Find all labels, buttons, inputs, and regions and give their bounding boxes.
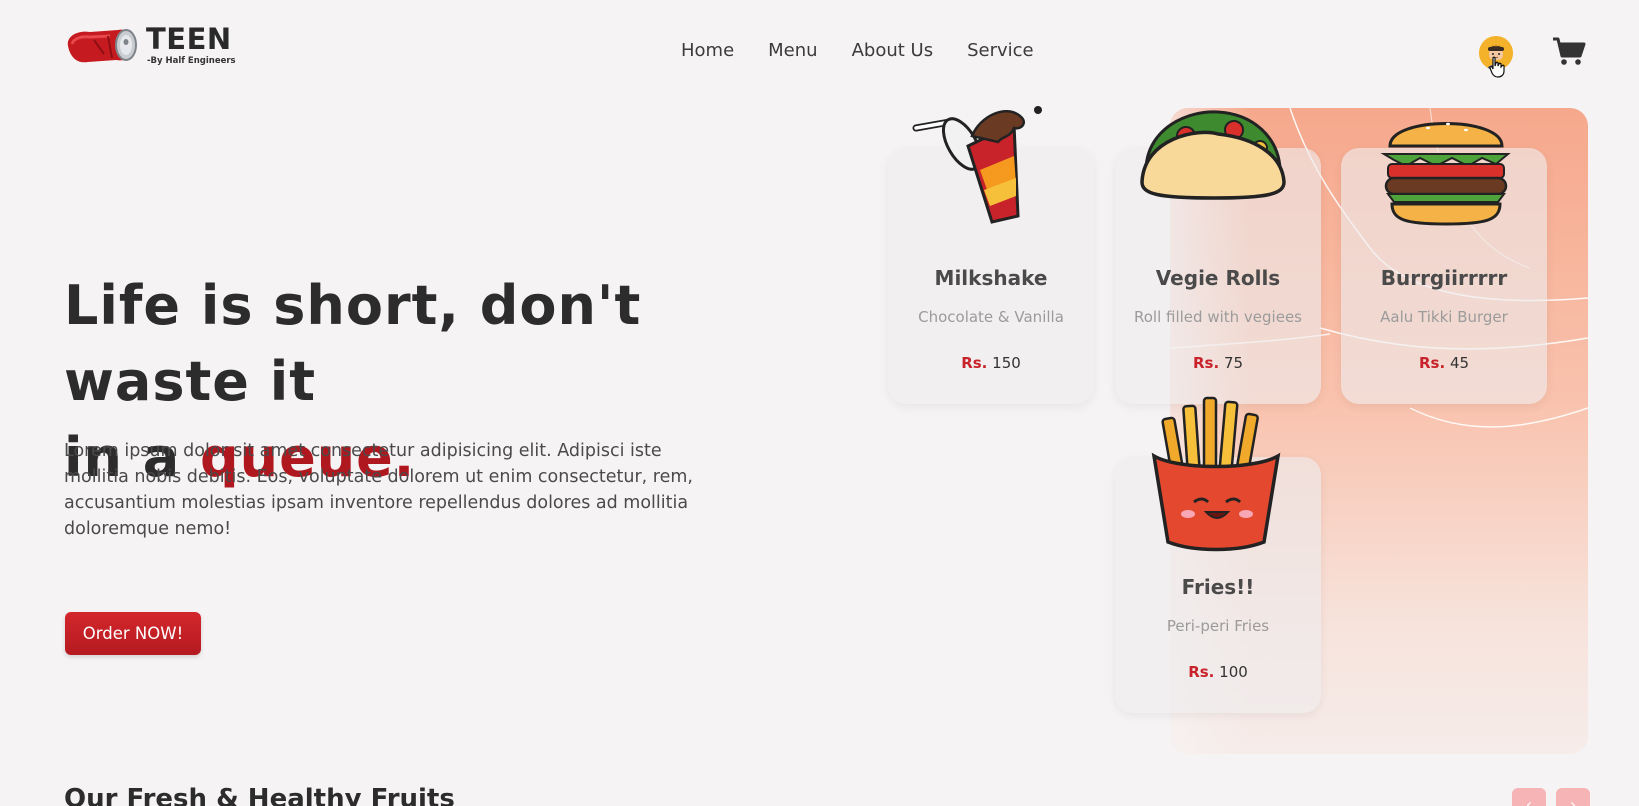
card-price-value: 150 bbox=[992, 354, 1021, 372]
card-description: Roll filled with vegiees bbox=[1134, 308, 1302, 326]
card-currency: Rs. bbox=[1188, 663, 1215, 681]
card-currency: Rs. bbox=[961, 354, 988, 372]
card-price: Rs. 45 bbox=[1341, 354, 1547, 372]
card-name: Milkshake bbox=[934, 266, 1048, 290]
pointer-cursor-icon bbox=[1489, 56, 1505, 78]
chevron-left-icon: ‹ bbox=[1525, 795, 1533, 806]
card-description: Aalu Tikki Burger bbox=[1380, 308, 1508, 326]
card-price-value: 45 bbox=[1449, 354, 1470, 372]
card-price-value: 100 bbox=[1219, 663, 1248, 681]
card-description: Peri-peri Fries bbox=[1166, 617, 1270, 635]
nav-service[interactable]: Service bbox=[967, 40, 1034, 61]
card-currency: Rs. bbox=[1192, 354, 1220, 372]
card-currency: Rs. bbox=[1418, 354, 1446, 372]
card-name: Burrgiirrrrr bbox=[1380, 266, 1508, 290]
cart-icon[interactable] bbox=[1552, 36, 1586, 66]
chevron-right-icon: › bbox=[1569, 795, 1577, 806]
nav-about-us[interactable]: About Us bbox=[852, 40, 934, 61]
taco-icon bbox=[1140, 110, 1286, 200]
section-title: Our Fresh & Healthy Fruits bbox=[64, 784, 455, 806]
nav-home[interactable]: Home bbox=[681, 40, 734, 61]
card-price: Rs. 75 bbox=[1115, 354, 1321, 372]
header: TEEN -By Half Engineers Home Menu About … bbox=[0, 0, 1639, 100]
milkshake-icon bbox=[912, 106, 1042, 224]
card-name: Fries!! bbox=[1181, 575, 1255, 599]
card-price-value: 75 bbox=[1223, 354, 1244, 372]
prev-arrow-button[interactable]: ‹ bbox=[1512, 788, 1546, 806]
card-price: Rs. 150 bbox=[888, 354, 1094, 372]
card-description: Chocolate & Vanilla bbox=[918, 308, 1064, 326]
hero-title-line1: Life is short, don't waste it bbox=[64, 274, 642, 413]
nav-menu[interactable]: Menu bbox=[768, 40, 817, 61]
hero-description: Lorem ipsum dolor sit amet consectetur a… bbox=[64, 441, 693, 539]
brand-subtitle: -By Half Engineers bbox=[147, 55, 236, 66]
fries-icon bbox=[1151, 396, 1281, 552]
brand-logo[interactable]: TEEN -By Half Engineers bbox=[64, 24, 236, 66]
next-arrow-button[interactable]: › bbox=[1556, 788, 1590, 806]
soda-can-icon bbox=[67, 29, 137, 63]
brand-title: TEEN bbox=[146, 21, 232, 56]
main-nav: Home Menu About Us Service bbox=[681, 40, 1068, 61]
card-name: Vegie Rolls bbox=[1155, 266, 1281, 290]
burger-icon bbox=[1380, 122, 1511, 226]
card-price: Rs. 100 bbox=[1115, 663, 1321, 681]
order-now-button[interactable]: Order NOW! bbox=[65, 612, 201, 655]
